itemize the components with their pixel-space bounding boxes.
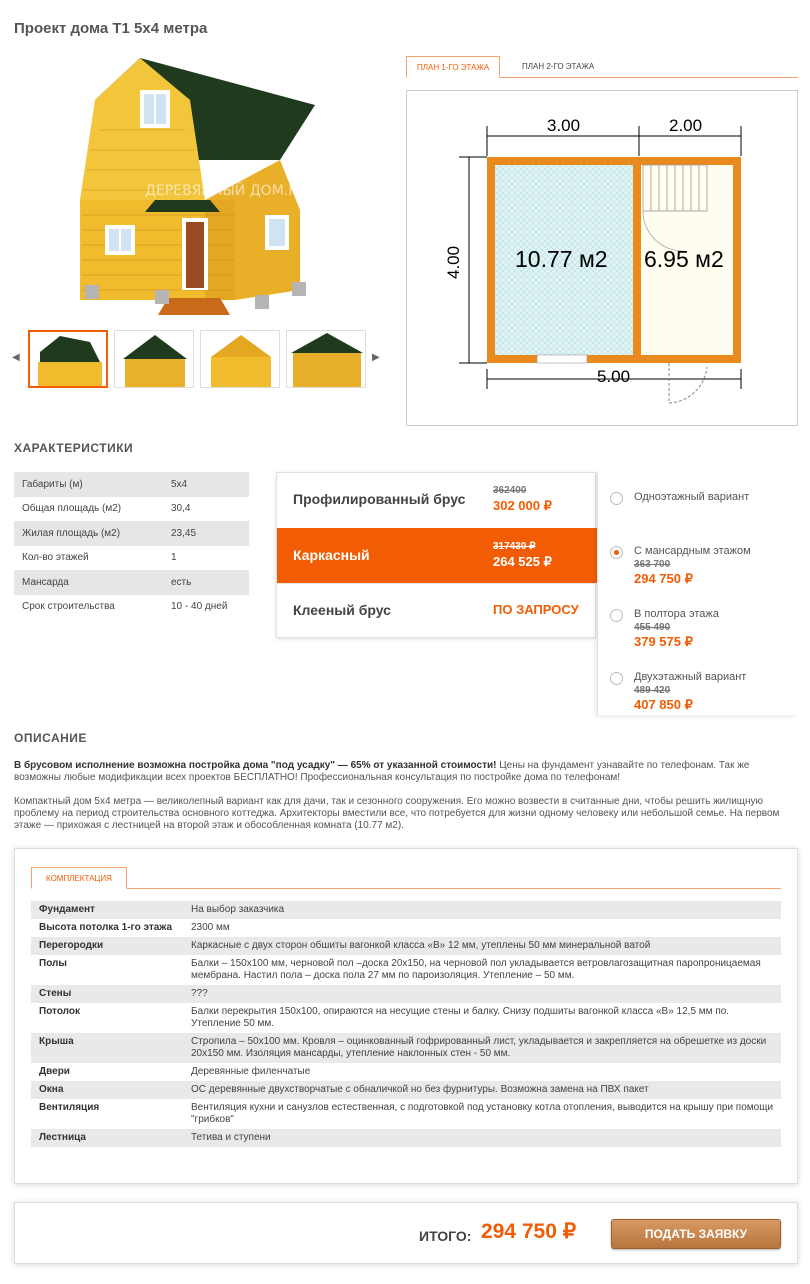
- thumbnail-1[interactable]: [28, 330, 108, 388]
- radio-button[interactable]: [610, 492, 623, 505]
- kompl-panel: КОМПЛЕКТАЦИЯ Фундамент На выбор заказчика…: [14, 848, 798, 1184]
- radio-button[interactable]: [610, 672, 623, 685]
- thumbnail-2[interactable]: [114, 330, 194, 388]
- table-row: Габариты (м) 5х4: [14, 472, 249, 497]
- thumbnail-3[interactable]: [200, 330, 280, 388]
- material-price: 264 525 ₽: [493, 554, 552, 569]
- table-row: Потолок Балки перекрытия 150х100, опирают…: [39, 1006, 730, 1029]
- table-row: Жилая площадь (м2) 23,45: [14, 521, 249, 546]
- description-paragraph-1: В брусовом исполнение возможна постройка…: [14, 760, 750, 783]
- material-old-price: 362400: [493, 485, 527, 496]
- material-name: Профилированный брус: [293, 491, 466, 507]
- material-options: Профилированный брус 362400 302 000 ₽ Ка…: [276, 472, 597, 638]
- description-paragraph-2: Компактный дом 5х4 метра — великолепный …: [14, 796, 780, 831]
- plan-tabs: ПЛАН 1-ГО ЭТАЖА ПЛАН 2-ГО ЭТАЖА: [406, 56, 798, 78]
- thumbnail-4[interactable]: [286, 330, 366, 388]
- table-row: Фундамент На выбор заказчика: [31, 901, 781, 919]
- total-value: 294 750 ₽: [481, 1220, 577, 1243]
- page-title: Проект дома Т1 5х4 метра: [14, 20, 208, 37]
- material-price: ПО ЗАПРОСУ: [493, 602, 579, 617]
- table-row: Крыша Стропила – 50х100 мм. Кровля – оцин…: [31, 1033, 781, 1063]
- description-title: ОПИСАНИЕ: [14, 731, 87, 745]
- table-row: Окна ОС деревянные двухстворчатые с обнал…: [31, 1081, 781, 1099]
- total-bar: ИТОГО: 294 750 ₽ ПОДАТЬ ЗАЯВКУ: [14, 1202, 798, 1264]
- tab-plan-floor-1[interactable]: ПЛАН 1-ГО ЭТАЖА: [406, 56, 501, 78]
- dim-bottom: 5.00: [597, 367, 630, 386]
- table-row: Перегородки Каркасные с двух сторон обшит…: [31, 937, 781, 955]
- material-name: Каркасный: [293, 547, 370, 563]
- house-main-image: ДЕРЕВЯННЫЙ ДОМ.РУ: [60, 50, 350, 325]
- table-row: Срок строительства 10 - 40 дней: [22, 601, 228, 613]
- room-area-right: 6.95 м2: [644, 246, 724, 272]
- table-row: Лестница Тетива и ступени: [31, 1129, 781, 1147]
- material-old-price: 317430 ₽: [493, 541, 536, 552]
- characteristics-title: ХАРАКТЕРИСТИКИ: [14, 441, 134, 455]
- material-price: 302 000 ₽: [493, 498, 552, 513]
- submit-order-button[interactable]: ПОДАТЬ ЗАЯВКУ: [611, 1219, 781, 1249]
- table-row: Кол-во этажей 1: [22, 552, 177, 564]
- prev-arrow-icon[interactable]: ◀: [12, 352, 22, 364]
- thumbnail-strip: ◀ ▶: [10, 330, 390, 388]
- table-row: Высота потолка 1-го этажа 2300 мм: [39, 922, 230, 933]
- table-row: Двери Деревянные филенчатые: [39, 1066, 311, 1077]
- table-row: Стены???: [31, 985, 781, 1003]
- kompl-table: Фундамент На выбор заказчика Высота потол…: [31, 901, 781, 1147]
- dim-top-left: 3.00: [547, 116, 580, 135]
- material-option-profiled[interactable]: Профилированный брус 362400 302 000 ₽: [277, 473, 597, 528]
- tab-kompl[interactable]: КОМПЛЕКТАЦИЯ: [31, 867, 127, 889]
- total-label: ИТОГО:: [419, 1228, 472, 1244]
- dim-top-right: 2.00: [669, 116, 702, 135]
- table-row: Полы Балки – 150х100 мм, черновой пол –до…: [39, 958, 761, 981]
- material-name: Клееный брус: [293, 602, 391, 618]
- floor-plan: 3.00 2.00 5.00 4.00 10.77 м2 6.95 м2: [406, 90, 798, 426]
- next-arrow-icon[interactable]: ▶: [372, 352, 382, 364]
- room-area-left: 10.77 м2: [515, 246, 608, 272]
- characteristics-table: Габариты (м) 5х4 Общая площадь (м2) 30,4 Ж…: [14, 472, 249, 619]
- tab-plan-floor-2[interactable]: ПЛАН 2-ГО ЭТАЖА: [512, 56, 605, 78]
- material-option-glued[interactable]: Клееный брус ПО ЗАПРОСУ: [277, 583, 597, 638]
- table-row: Мансарда есть: [14, 570, 249, 595]
- table-row: Вентиляция Вентиляция кухни и санузлов ес…: [39, 1102, 774, 1125]
- radio-button[interactable]: [610, 609, 623, 622]
- material-option-frame[interactable]: Каркасный 317430 ₽ 264 525 ₽: [277, 528, 597, 583]
- watermark-text: ДЕРЕВЯННЫЙ ДОМ.РУ: [145, 181, 306, 199]
- floor-variants: Одноэтажный вариант С мансардным этажом …: [597, 472, 797, 715]
- radio-button[interactable]: [610, 546, 623, 559]
- dim-side: 4.00: [444, 246, 463, 279]
- table-row: Общая площадь (м2) 30,4: [22, 503, 191, 515]
